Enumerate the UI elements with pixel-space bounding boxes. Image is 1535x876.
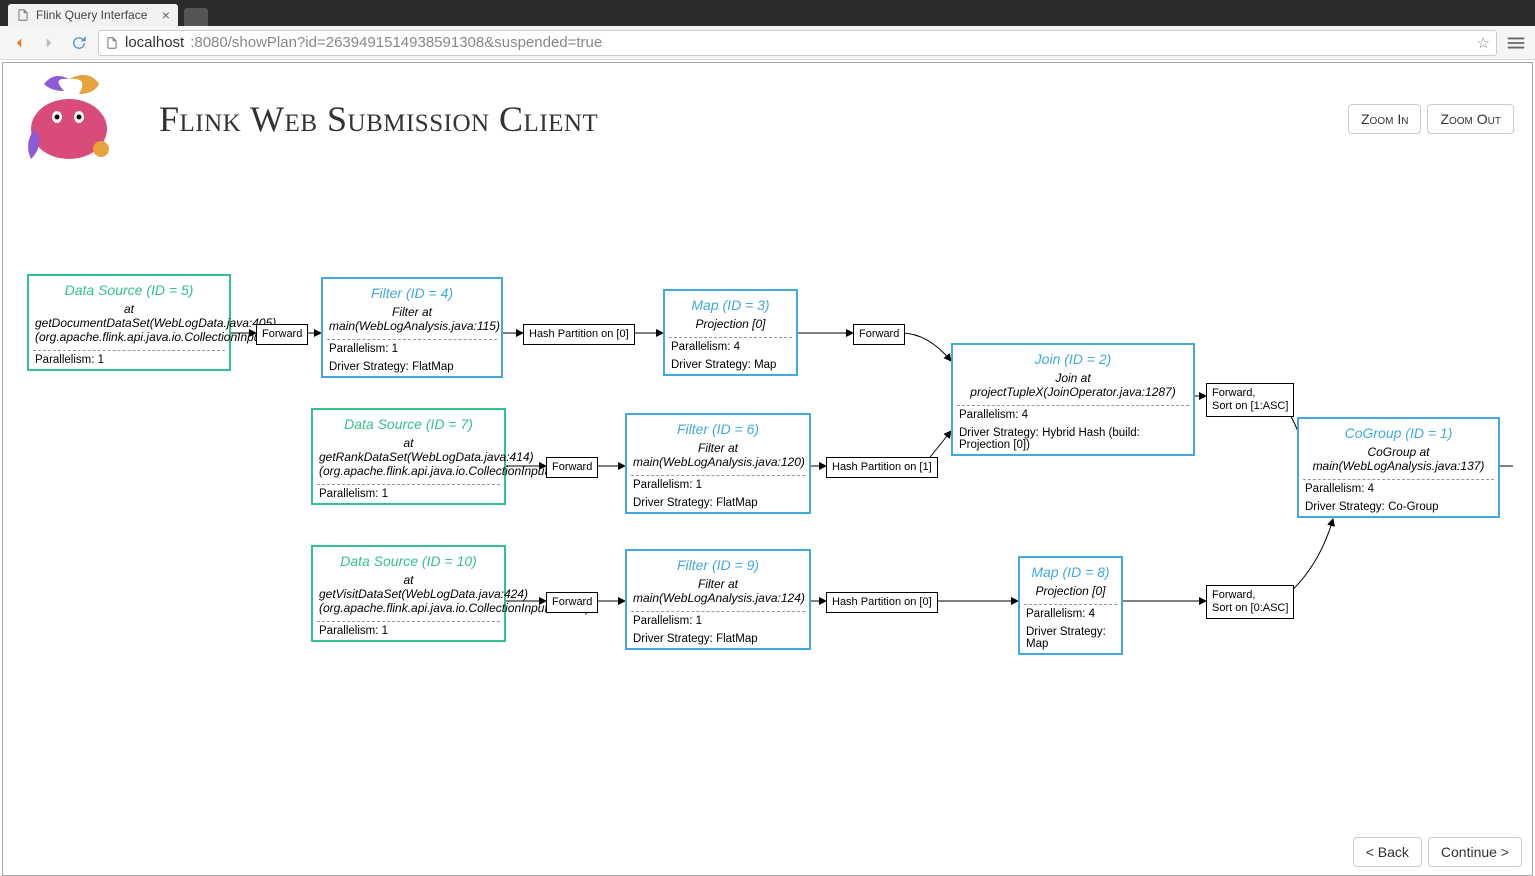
node-row: Driver Strategy: Map	[1020, 623, 1121, 653]
node-row: Parallelism: 1	[313, 622, 504, 640]
edge-label: Hash Partition on [1]	[826, 457, 938, 478]
edge-label: Hash Partition on [0]	[523, 324, 635, 345]
url-host: localhost	[125, 34, 184, 51]
edge-label: Forward,Sort on [0:ASC]	[1206, 585, 1294, 619]
node-row: Parallelism: 4	[1020, 605, 1121, 623]
node-row: Driver Strategy: FlatMap	[627, 494, 809, 512]
node-title: Join (ID = 2)	[953, 345, 1193, 369]
star-icon[interactable]: ☆	[1477, 34, 1490, 52]
edge-label: Forward	[853, 324, 905, 345]
node-data-source-10[interactable]: Data Source (ID = 10) at getVisitDataSet…	[311, 545, 506, 642]
page-icon	[16, 8, 30, 22]
zoom-out-button[interactable]: Zoom Out	[1427, 104, 1514, 134]
node-filter-6[interactable]: Filter (ID = 6) Filter at main(WebLogAna…	[625, 413, 811, 514]
node-row: Parallelism: 1	[29, 351, 229, 369]
node-subtitle: Filter at main(WebLogAnalysis.java:124)	[627, 575, 809, 611]
page-icon	[105, 36, 119, 50]
node-data-source-5[interactable]: Data Source (ID = 5) at getDocumentDataS…	[27, 274, 231, 371]
node-title: Map (ID = 8)	[1020, 558, 1121, 582]
node-row: Driver Strategy: Co-Group	[1299, 498, 1498, 516]
back-button[interactable]	[8, 32, 30, 54]
close-icon[interactable]: ×	[162, 7, 170, 23]
zoom-in-button[interactable]: Zoom In	[1348, 104, 1421, 134]
continue-button[interactable]: Continue >	[1428, 837, 1522, 867]
flink-logo	[15, 69, 123, 169]
node-row: Driver Strategy: Map	[665, 356, 796, 374]
reload-button[interactable]	[68, 32, 90, 54]
edge-label: Forward	[256, 324, 308, 345]
hamburger-icon[interactable]	[1505, 32, 1527, 54]
node-row: Parallelism: 4	[953, 406, 1193, 424]
node-subtitle: Join at projectTupleX(JoinOperator.java:…	[953, 369, 1193, 405]
browser-tab[interactable]: Flink Query Interface ×	[8, 4, 178, 26]
page-title: Flink Web Submission Client	[159, 98, 598, 140]
page-header: Flink Web Submission Client Zoom In Zoom…	[3, 63, 1532, 175]
back-button[interactable]: < Back	[1353, 837, 1422, 867]
browser-toolbar: localhost :8080/showPlan?id=2639491514938…	[0, 26, 1535, 60]
node-row: Parallelism: 4	[1299, 480, 1498, 498]
node-subtitle: Projection [0]	[665, 315, 796, 337]
node-subtitle: at getVisitDataSet(WebLogData.java:424) …	[313, 571, 504, 621]
node-subtitle: Filter at main(WebLogAnalysis.java:115)	[323, 303, 501, 339]
forward-button[interactable]	[38, 32, 60, 54]
node-title: CoGroup (ID = 1)	[1299, 419, 1498, 443]
node-title: Data Source (ID = 5)	[29, 276, 229, 300]
node-row: Parallelism: 1	[323, 340, 501, 358]
node-title: Filter (ID = 4)	[323, 279, 501, 303]
node-filter-4[interactable]: Filter (ID = 4) Filter at main(WebLogAna…	[321, 277, 503, 378]
edge-label: Forward	[546, 592, 598, 613]
page-content: Flink Web Submission Client Zoom In Zoom…	[2, 62, 1533, 876]
node-row: Parallelism: 4	[665, 338, 796, 356]
node-filter-9[interactable]: Filter (ID = 9) Filter at main(WebLogAna…	[625, 549, 811, 650]
edge-label: Forward,Sort on [1:ASC]	[1206, 383, 1294, 417]
plan-canvas[interactable]: Data Source (ID = 5) at getDocumentDataS…	[3, 171, 1532, 825]
node-subtitle: Filter at main(WebLogAnalysis.java:120)	[627, 439, 809, 475]
node-subtitle: at getDocumentDataSet(WebLogData.java:40…	[29, 300, 229, 350]
node-row: Driver Strategy: FlatMap	[627, 630, 809, 648]
node-title: Filter (ID = 9)	[627, 551, 809, 575]
node-title: Data Source (ID = 10)	[313, 547, 504, 571]
node-title: Map (ID = 3)	[665, 291, 796, 315]
browser-tab-strip: Flink Query Interface ×	[0, 0, 1535, 26]
tab-title: Flink Query Interface	[36, 8, 147, 22]
node-row: Parallelism: 1	[627, 612, 809, 630]
node-title: Data Source (ID = 7)	[313, 410, 504, 434]
node-row: Parallelism: 1	[313, 485, 504, 503]
node-map-8[interactable]: Map (ID = 8) Projection [0] Parallelism:…	[1018, 556, 1123, 655]
url-path: :8080/showPlan?id=2639491514938591308&su…	[190, 34, 602, 51]
node-subtitle: Projection [0]	[1020, 582, 1121, 604]
node-row: Driver Strategy: FlatMap	[323, 358, 501, 376]
edge-label: Forward	[546, 457, 598, 478]
new-tab-button[interactable]	[184, 8, 208, 26]
node-join-2[interactable]: Join (ID = 2) Join at projectTupleX(Join…	[951, 343, 1195, 456]
url-bar[interactable]: localhost :8080/showPlan?id=2639491514938…	[98, 30, 1497, 56]
node-cogroup-1[interactable]: CoGroup (ID = 1) CoGroup at main(WebLogA…	[1297, 417, 1500, 518]
node-row: Parallelism: 1	[627, 476, 809, 494]
edge-label: Hash Partition on [0]	[826, 592, 938, 613]
node-map-3[interactable]: Map (ID = 3) Projection [0] Parallelism:…	[663, 289, 798, 376]
node-subtitle: at getRankDataSet(WebLogData.java:414) (…	[313, 434, 504, 484]
node-row: Driver Strategy: Hybrid Hash (build: Pro…	[953, 424, 1193, 454]
node-subtitle: CoGroup at main(WebLogAnalysis.java:137)	[1299, 443, 1498, 479]
footer-buttons: < Back Continue >	[1353, 837, 1522, 867]
node-data-source-7[interactable]: Data Source (ID = 7) at getRankDataSet(W…	[311, 408, 506, 505]
node-title: Filter (ID = 6)	[627, 415, 809, 439]
